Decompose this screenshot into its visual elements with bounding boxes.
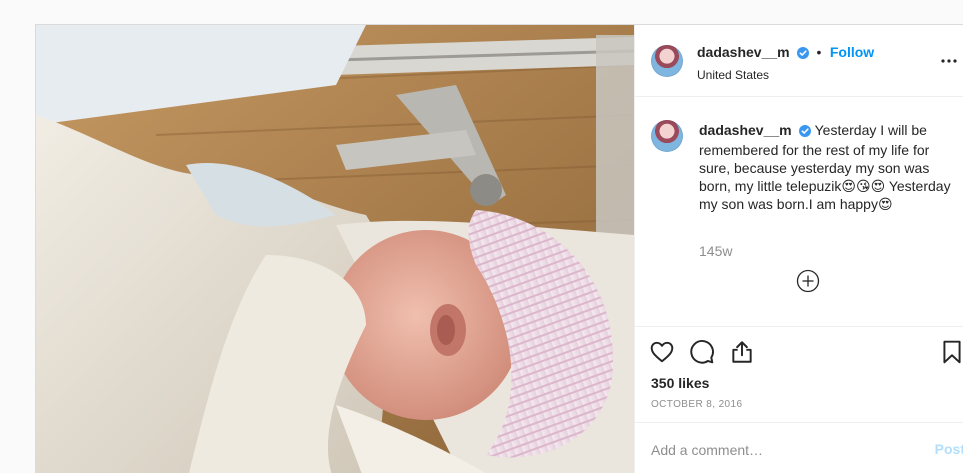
post-header: dadashev__m • Follow United States: [635, 25, 963, 97]
caption-author-avatar[interactable]: [651, 120, 683, 152]
more-options-icon[interactable]: [937, 49, 961, 73]
post-time-ago[interactable]: 145w: [699, 243, 732, 259]
author-username[interactable]: dadashev__m: [697, 44, 790, 60]
post-modal: dadashev__m • Follow United States dadas…: [35, 24, 963, 473]
heart-icon[interactable]: [649, 339, 675, 365]
post-side-panel: dadashev__m • Follow United States dadas…: [634, 25, 963, 473]
comment-input[interactable]: [651, 439, 911, 461]
comments-section: dadashev__m Yesterday I will be remember…: [635, 98, 963, 326]
separator-dot: •: [816, 44, 822, 60]
likes-count[interactable]: 350 likes: [651, 375, 709, 391]
follow-button[interactable]: Follow: [830, 44, 874, 60]
post-location[interactable]: United States: [697, 68, 874, 82]
author-info: dadashev__m • Follow United States: [697, 44, 874, 82]
bookmark-icon[interactable]: [939, 339, 963, 365]
caption-username[interactable]: dadashev__m: [699, 122, 792, 138]
post-date[interactable]: OCTOBER 8, 2016: [651, 399, 742, 410]
post-caption: dadashev__m Yesterday I will be remember…: [699, 121, 961, 213]
verified-badge-icon: [798, 123, 811, 141]
post-actions: 350 likes OCTOBER 8, 2016: [635, 326, 963, 422]
add-comment-area: Post: [635, 422, 963, 473]
plus-circle-icon[interactable]: [796, 269, 820, 293]
post-comment-button[interactable]: Post: [935, 441, 963, 457]
share-arrow-icon[interactable]: [729, 339, 755, 365]
author-avatar[interactable]: [651, 45, 683, 77]
comment-bubble-icon[interactable]: [689, 339, 715, 365]
post-photo: [36, 25, 634, 473]
verified-badge-icon: [797, 46, 810, 64]
